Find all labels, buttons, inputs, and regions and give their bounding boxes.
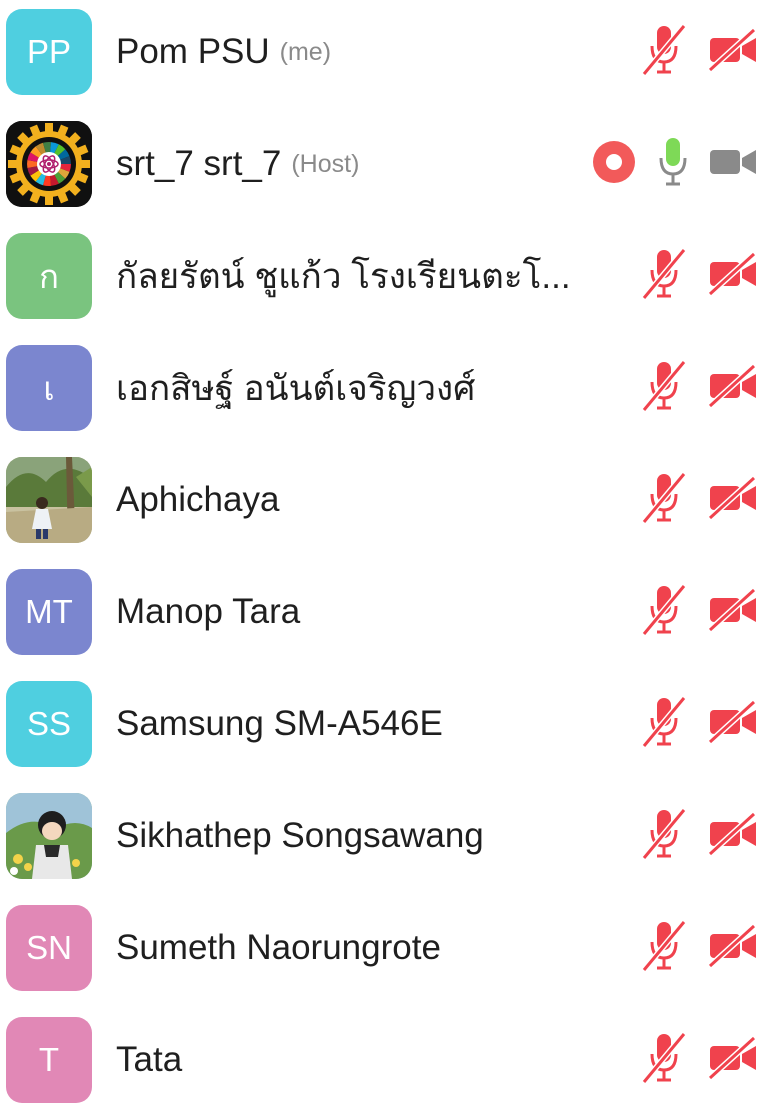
video-camera-off-icon[interactable] (707, 27, 758, 77)
avatar-initials: T (38, 1041, 60, 1078)
microphone-off-icon[interactable] (640, 471, 688, 529)
avatar: MT (6, 569, 92, 655)
avatar: SN (6, 905, 92, 991)
participant-row[interactable]: T Tata (0, 1004, 758, 1116)
participant-list: PP Pom PSU (me) srt_7 srt_7 (Host) ก กัลยรัตน์… (0, 0, 758, 1103)
video-camera-off-icon[interactable] (707, 587, 758, 637)
video-camera-off-icon[interactable] (707, 923, 758, 973)
participant-row[interactable]: Sikhathep Songsawang (0, 780, 758, 892)
participant-name-group: กัลยรัตน์ ชูแก้ว โรงเรียนตะโ... (116, 220, 616, 332)
participant-name-group: Tata (116, 1004, 616, 1116)
microphone-off-icon[interactable] (640, 807, 688, 865)
microphone-off-icon[interactable] (640, 1031, 688, 1089)
participant-row[interactable]: Aphichaya (0, 444, 758, 556)
video-camera-off-icon[interactable] (707, 699, 758, 749)
participant-status-icons (640, 780, 758, 892)
avatar (6, 793, 92, 879)
microphone-off-icon[interactable] (640, 23, 688, 81)
participant-role: (me) (279, 37, 332, 66)
microphone-off-icon[interactable] (640, 583, 688, 641)
participant-name-group: Samsung SM-A546E (116, 668, 616, 780)
recording-icon (592, 140, 636, 189)
participant-row[interactable]: srt_7 srt_7 (Host) (0, 108, 758, 220)
avatar: เ (6, 345, 92, 431)
participant-status-icons (592, 108, 758, 220)
participant-status-icons (640, 1004, 758, 1116)
participant-row[interactable]: ก กัลยรัตน์ ชูแก้ว โรงเรียนตะโ... (0, 220, 758, 332)
participant-status-icons (640, 332, 758, 444)
avatar: T (6, 1017, 92, 1103)
participant-name-group: Sumeth Naorungrote (116, 892, 616, 1004)
avatar: PP (6, 9, 92, 95)
participant-name: กัลยรัตน์ ชูแก้ว โรงเรียนตะโ... (116, 256, 571, 296)
avatar-initials: SN (26, 929, 72, 966)
participant-name: Manop Tara (116, 592, 301, 631)
participant-name: srt_7 srt_7 (116, 144, 282, 183)
video-camera-off-icon[interactable] (707, 475, 758, 525)
microphone-off-icon[interactable] (640, 695, 688, 753)
microphone-off-icon[interactable] (640, 359, 688, 417)
participant-name-group: Aphichaya (116, 444, 616, 556)
avatar-initials: เ (43, 369, 55, 407)
participant-row[interactable]: MT Manop Tara (0, 556, 758, 668)
microphone-off-icon[interactable] (640, 247, 688, 305)
microphone-icon[interactable] (658, 136, 688, 193)
participant-role: (Host) (291, 149, 360, 178)
avatar-initials: SS (26, 705, 72, 742)
participant-status-icons (640, 444, 758, 556)
video-camera-off-icon[interactable] (707, 1035, 758, 1085)
participant-status-icons (640, 892, 758, 1004)
participant-name: Aphichaya (116, 480, 280, 519)
video-camera-off-icon[interactable] (707, 363, 758, 413)
participant-name: Sumeth Naorungrote (116, 928, 441, 967)
avatar (6, 121, 92, 207)
avatar-initials: PP (26, 33, 72, 70)
participant-name-group: srt_7 srt_7 (Host) (116, 108, 616, 220)
avatar: SS (6, 681, 92, 767)
avatar: ก (6, 233, 92, 319)
avatar-initials: ก (39, 257, 59, 295)
avatar (6, 457, 92, 543)
avatar-initials: MT (25, 593, 73, 630)
participant-name: เอกสิษฐ์ อนันต์เจริญวงศ์ (116, 368, 476, 408)
participant-name: Samsung SM-A546E (116, 704, 443, 743)
video-camera-icon[interactable] (708, 144, 758, 185)
participant-status-icons (640, 668, 758, 780)
participant-row[interactable]: SN Sumeth Naorungrote (0, 892, 758, 1004)
participant-name-group: Manop Tara (116, 556, 616, 668)
participant-name-group: Pom PSU (me) (116, 0, 616, 108)
participant-name-group: เอกสิษฐ์ อนันต์เจริญวงศ์ (116, 332, 616, 444)
participant-row[interactable]: SS Samsung SM-A546E (0, 668, 758, 780)
participant-status-icons (640, 0, 758, 108)
participant-name: Tata (116, 1040, 183, 1079)
participant-status-icons (640, 220, 758, 332)
video-camera-off-icon[interactable] (707, 251, 758, 301)
microphone-off-icon[interactable] (640, 919, 688, 977)
participant-row[interactable]: PP Pom PSU (me) (0, 0, 758, 108)
participant-row[interactable]: เ เอกสิษฐ์ อนันต์เจริญวงศ์ (0, 332, 758, 444)
participant-status-icons (640, 556, 758, 668)
video-camera-off-icon[interactable] (707, 811, 758, 861)
participant-name: Sikhathep Songsawang (116, 816, 484, 855)
participant-name-group: Sikhathep Songsawang (116, 780, 616, 892)
participant-name: Pom PSU (116, 32, 270, 71)
